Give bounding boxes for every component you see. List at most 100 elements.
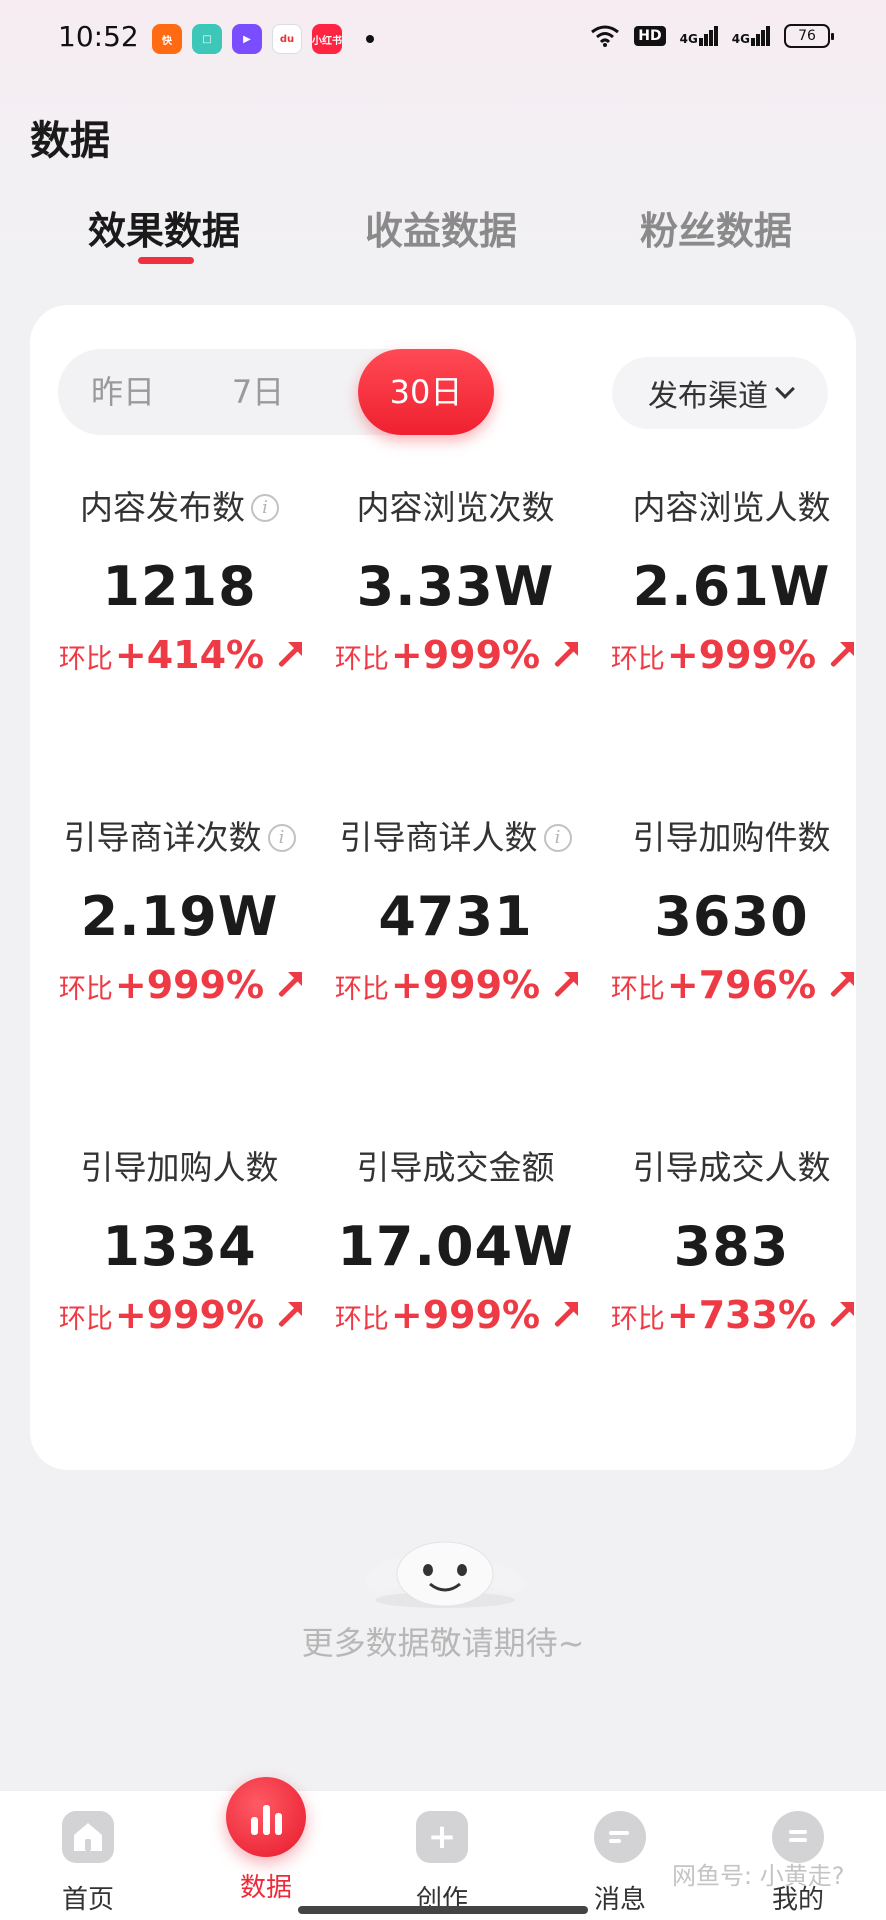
change-prefix: 环比 <box>610 1304 665 1335</box>
metric-change: 环比 +733% <box>594 1293 869 1337</box>
change-value: +999% <box>114 963 265 1007</box>
bottom-navigation: 首页 数据 + 创作 消息 我的 <box>0 1777 886 1920</box>
status-indicators: HD 4G 4G 76 <box>590 24 834 48</box>
nav-messages[interactable]: 消息 <box>560 1791 680 1916</box>
trend-up-arrow-icon <box>826 1302 855 1328</box>
metric-change: 环比 +999% <box>318 633 593 677</box>
kuaishou-app-icon: 快 <box>152 24 182 54</box>
info-icon[interactable]: i <box>251 494 279 522</box>
metric-change: 环比 +796% <box>594 963 869 1007</box>
range-option-yesterday[interactable]: 昨日 <box>58 349 188 435</box>
metric-value: 1218 <box>102 555 257 618</box>
publish-channel-label: 发布渠道 <box>648 379 768 414</box>
change-prefix: 环比 <box>58 974 113 1005</box>
metric-gmv[interactable]: 引导成交金额 17.04W 环比 +999% <box>318 1143 593 1337</box>
change-prefix: 环比 <box>610 644 665 675</box>
nav-label: 首页 <box>61 1885 114 1915</box>
battery-icon: 76 <box>784 24 834 48</box>
change-value: +999% <box>390 963 541 1007</box>
tab-revenue-data[interactable]: 收益数据 <box>365 200 517 255</box>
change-prefix: 环比 <box>58 1304 113 1335</box>
nav-home[interactable]: 首页 <box>28 1791 148 1916</box>
info-icon[interactable]: i <box>543 824 572 852</box>
metric-label: 引导商详人数 <box>339 818 538 857</box>
status-time: 10:52 <box>58 20 139 53</box>
metric-buyers[interactable]: 引导成交人数 383 环比 +733% <box>594 1143 869 1337</box>
trend-up-arrow-icon <box>550 972 579 998</box>
metrics-card: 昨日 7日 30日 发布渠道 内容发布数 i 1218 环比 +414% 内容浏览次… <box>30 305 856 1470</box>
mascot-dog-icon <box>365 1541 525 1608</box>
change-prefix: 环比 <box>334 974 389 1005</box>
metric-change: 环比 +999% <box>318 963 593 1007</box>
metric-label: 引导成交人数 <box>632 1148 831 1187</box>
signal-1-icon: 4G <box>680 26 718 46</box>
publish-channel-dropdown[interactable]: 发布渠道 <box>612 357 828 429</box>
metric-value: 4731 <box>378 885 533 948</box>
metric-value: 2.61W <box>632 555 831 618</box>
status-bar: 10:52 快 □ ▶ du 小红书 HD 4G 4G 76 <box>0 0 886 80</box>
metric-label: 引导加购人数 <box>80 1148 279 1187</box>
change-prefix: 环比 <box>610 974 665 1005</box>
metric-value: 3.33W <box>356 555 555 618</box>
trend-up-arrow-icon <box>550 1302 579 1328</box>
change-prefix: 环比 <box>334 1304 389 1335</box>
signal-1-label: 4G <box>679 32 698 46</box>
watermark-text: 网鱼号: 小黄走? <box>672 1862 845 1890</box>
chevron-down-icon <box>775 379 795 399</box>
more-notifications-dot-icon <box>366 35 374 43</box>
coming-soon-text: 更多数据敬请期待~ <box>301 1624 585 1662</box>
change-value: +796% <box>666 963 817 1007</box>
data-tabs: 效果数据 收益数据 粉丝数据 <box>0 200 886 270</box>
home-icon <box>62 1811 114 1863</box>
trend-up-arrow-icon <box>550 642 579 668</box>
signal-2-icon: 4G <box>732 26 770 46</box>
info-icon[interactable]: i <box>267 824 296 852</box>
metric-content-viewers[interactable]: 内容浏览人数 2.61W 环比 +999% <box>594 483 869 677</box>
metric-label: 引导商详次数 <box>63 818 262 857</box>
chart-icon <box>226 1777 306 1857</box>
tab-fans-data[interactable]: 粉丝数据 <box>640 200 792 255</box>
dewu-app-icon: du <box>272 24 302 54</box>
active-tab-indicator <box>138 257 194 264</box>
range-option-7d[interactable]: 7日 <box>193 349 323 435</box>
app-square-icon: □ <box>192 24 222 54</box>
change-value: +999% <box>390 1293 541 1337</box>
metric-change: 环比 +999% <box>42 1293 317 1337</box>
change-value: +414% <box>114 633 265 677</box>
metric-content-views[interactable]: 内容浏览次数 3.33W 环比 +999% <box>318 483 593 677</box>
page-title: 数据 <box>30 118 110 164</box>
change-prefix: 环比 <box>58 644 113 675</box>
trend-up-arrow-icon <box>274 972 303 998</box>
change-value: +999% <box>114 1293 265 1337</box>
metric-change: 环比 +414% <box>42 633 317 677</box>
nav-data[interactable]: 数据 <box>206 1777 326 1904</box>
tab-effect-data[interactable]: 效果数据 <box>88 200 240 255</box>
notification-icons: 快 □ ▶ du 小红书 <box>152 24 374 54</box>
nav-create[interactable]: + 创作 <box>382 1791 502 1916</box>
nav-profile[interactable]: 我的 <box>738 1791 858 1916</box>
metric-value: 1334 <box>102 1215 257 1278</box>
metric-label: 内容发布数 <box>80 488 245 527</box>
home-indicator[interactable] <box>298 1906 588 1914</box>
change-value: +733% <box>666 1293 817 1337</box>
change-value: +999% <box>666 633 817 677</box>
metric-value: 3630 <box>654 885 809 948</box>
video-play-app-icon: ▶ <box>232 24 262 54</box>
metric-label: 内容浏览人数 <box>632 488 831 527</box>
nav-label: 数据 <box>239 1873 292 1903</box>
metric-content-published[interactable]: 内容发布数 i 1218 环比 +414% <box>42 483 317 677</box>
metric-cart-items[interactable]: 引导加购件数 3630 环比 +796% <box>594 813 869 1007</box>
metric-detail-visits[interactable]: 引导商详次数 i 2.19W 环比 +999% <box>42 813 317 1007</box>
metric-label: 内容浏览次数 <box>356 488 555 527</box>
metric-detail-visitors[interactable]: 引导商详人数 i 4731 环比 +999% <box>318 813 593 1007</box>
metric-cart-users[interactable]: 引导加购人数 1334 环比 +999% <box>42 1143 317 1337</box>
metric-change: 环比 +999% <box>318 1293 593 1337</box>
trend-up-arrow-icon <box>274 1302 303 1328</box>
range-option-30d[interactable]: 30日 <box>358 349 494 435</box>
trend-up-arrow-icon <box>274 642 303 668</box>
metric-value: 17.04W <box>337 1215 574 1278</box>
change-prefix: 环比 <box>334 644 389 675</box>
plus-icon: + <box>416 1811 468 1863</box>
trend-up-arrow-icon <box>826 972 855 998</box>
metric-label: 引导成交金额 <box>356 1148 555 1187</box>
